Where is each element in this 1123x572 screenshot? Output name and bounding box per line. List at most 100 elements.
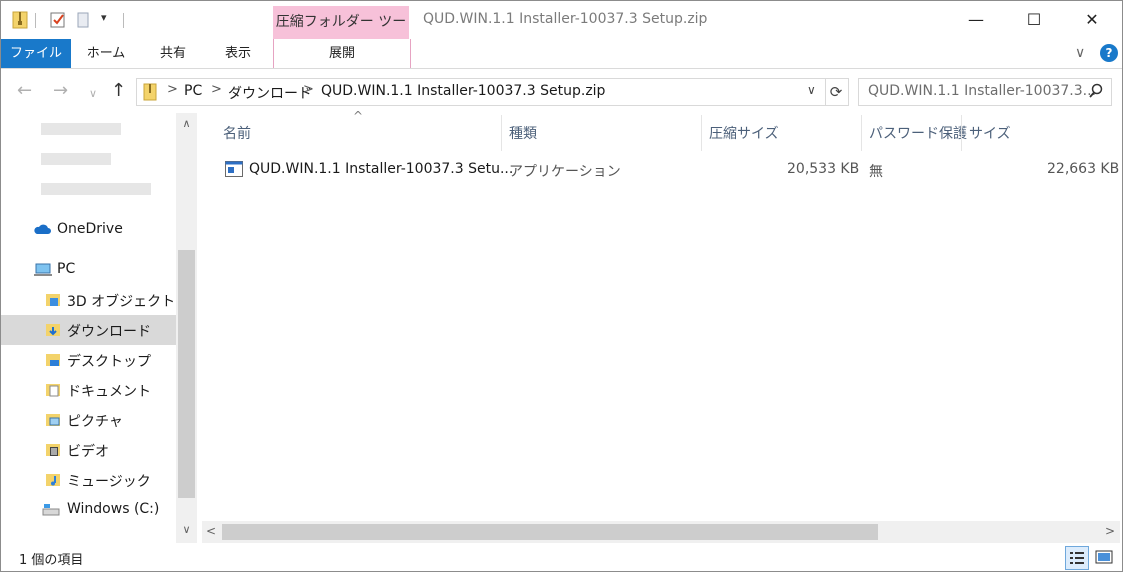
back-button[interactable]: ← (17, 81, 32, 101)
scroll-left-icon[interactable]: < (206, 524, 216, 538)
pc-icon (33, 263, 53, 281)
sidebar-item-3d-objects[interactable]: 3D オブジェクト (1, 285, 176, 315)
maximize-button[interactable]: ☐ (1005, 1, 1063, 39)
onedrive-cloud-icon (33, 223, 51, 239)
large-icons-view-button[interactable] (1093, 546, 1115, 568)
pictures-folder-icon (45, 412, 61, 432)
item-count: 1 個の項目 (19, 553, 84, 568)
column-divider[interactable] (961, 115, 962, 151)
breadcrumb-separator-icon: > (211, 82, 222, 97)
large-icons-view-icon (1095, 550, 1113, 564)
address-dropdown-icon[interactable]: ∨ (807, 83, 816, 97)
3d-objects-folder-icon (45, 292, 61, 312)
window-title: QUD.WIN.1.1 Installer-10037.3 Setup.zip (423, 11, 708, 27)
sidebar-item-pictures[interactable]: ピクチャ (1, 405, 176, 435)
quick-access-item[interactable] (41, 183, 151, 195)
scrollbar-thumb[interactable] (178, 250, 195, 498)
breadcrumb-pc[interactable]: PC (184, 83, 202, 99)
quick-access-item[interactable] (41, 153, 111, 165)
sidebar-item-downloads[interactable]: ダウンロード (1, 315, 176, 345)
scroll-up-icon[interactable]: ∧ (176, 117, 197, 130)
sidebar-item-music[interactable]: ミュージック (1, 465, 176, 495)
sidebar-item-onedrive[interactable]: OneDrive (1, 215, 176, 245)
zip-folder-icon (143, 83, 157, 105)
sidebar-item-label: Windows (C:) (67, 501, 160, 517)
file-type: アプリケーション (509, 164, 621, 180)
list-horizontal-scrollbar[interactable]: < > (202, 521, 1120, 543)
tab-extract[interactable]: 展開 (273, 39, 411, 68)
sidebar-item-videos[interactable]: ビデオ (1, 435, 176, 465)
column-header-name[interactable]: 名前 (223, 123, 251, 143)
breadcrumb-separator-icon: > (167, 82, 178, 97)
search-icon (1089, 83, 1103, 103)
tab-view[interactable]: 表示 (211, 39, 265, 68)
column-divider[interactable] (861, 115, 862, 151)
sidebar-item-label: ドキュメント (67, 384, 151, 400)
column-header-password[interactable]: パスワード保護 (869, 123, 967, 143)
title-bar: ▾ 圧縮フォルダー ツール QUD.WIN.1.1 Installer-1003… (1, 1, 1122, 63)
details-view-button[interactable] (1065, 546, 1089, 570)
file-password: 無 (869, 164, 883, 180)
sidebar-scrollbar[interactable]: ∧ ∨ (176, 113, 197, 543)
quick-access-item[interactable] (41, 123, 121, 135)
new-folder-icon[interactable] (75, 11, 93, 29)
ribbon-collapse-icon[interactable]: ∨ (1075, 45, 1085, 61)
sidebar-item-label: デスクトップ (67, 354, 151, 370)
sidebar-item-label: ビデオ (67, 444, 109, 460)
music-folder-icon (45, 472, 61, 492)
breadcrumb-zip[interactable]: QUD.WIN.1.1 Installer-10037.3 Setup.zip (321, 83, 605, 99)
sidebar-item-windows-c[interactable]: Windows (C:) (1, 495, 176, 525)
column-divider[interactable] (701, 115, 702, 151)
zip-folder-icon (11, 11, 29, 29)
navigation-bar: ← → ∨ ↑ > PC > ダウンロード > QUD.WIN.1.1 Inst… (1, 69, 1122, 113)
videos-folder-icon (45, 442, 61, 462)
column-header-type[interactable]: 種類 (509, 123, 537, 143)
search-input[interactable]: QUD.WIN.1.1 Installer-10037.3... (868, 83, 1096, 99)
up-button[interactable]: ↑ (111, 81, 126, 101)
table-row[interactable]: QUD.WIN.1.1 Installer-10037.3 Setu... アプ… (221, 157, 1119, 183)
file-name: QUD.WIN.1.1 Installer-10037.3 Setu... (249, 161, 514, 177)
file-list: ^ 名前 種類 圧縮サイズ パスワード保護 サイズ QUD.WIN.1.1 In… (197, 109, 1122, 543)
desktop-folder-icon (45, 352, 61, 372)
application-file-icon (225, 161, 243, 181)
tab-file[interactable]: ファイル (1, 39, 71, 68)
file-compressed-size: 20,533 KB (787, 161, 860, 177)
documents-folder-icon (45, 382, 61, 402)
close-button[interactable]: ✕ (1063, 1, 1121, 39)
tab-share[interactable]: 共有 (147, 39, 199, 68)
column-header-size[interactable]: サイズ (969, 123, 1011, 143)
breadcrumb-downloads[interactable]: ダウンロード (228, 83, 312, 103)
file-size: 22,663 KB (1047, 161, 1120, 177)
details-view-icon (1070, 552, 1084, 564)
refresh-button[interactable]: ⟳ (824, 78, 849, 106)
breadcrumb-separator-icon: > (303, 82, 314, 97)
forward-button[interactable]: → (53, 81, 68, 101)
scroll-right-icon[interactable]: > (1105, 524, 1115, 538)
sidebar-item-documents[interactable]: ドキュメント (1, 375, 176, 405)
scrollbar-thumb[interactable] (222, 524, 878, 540)
help-icon[interactable]: ? (1100, 44, 1118, 62)
sidebar-item-desktop[interactable]: デスクトップ (1, 345, 176, 375)
qat-divider (123, 13, 124, 28)
sidebar-item-label: 3D オブジェクト (67, 294, 176, 310)
sidebar-item-label: ミュージック (67, 474, 151, 490)
qat-divider (35, 13, 36, 28)
qat-customize-icon[interactable]: ▾ (101, 11, 107, 24)
column-header-compressed-size[interactable]: 圧縮サイズ (709, 123, 779, 143)
address-bar[interactable]: > PC > ダウンロード > QUD.WIN.1.1 Installer-10… (136, 78, 826, 106)
ribbon-tabs: ファイル ホーム 共有 表示 展開 ∨ ? (1, 39, 1122, 69)
recent-locations-button[interactable]: ∨ (89, 84, 97, 104)
search-box[interactable]: QUD.WIN.1.1 Installer-10037.3... (858, 78, 1112, 106)
properties-icon[interactable] (49, 11, 67, 29)
sidebar-item-label: ピクチャ (67, 414, 123, 430)
status-bar: 1 個の項目 (1, 543, 1122, 571)
sidebar-item-label: OneDrive (57, 221, 123, 237)
scroll-down-icon[interactable]: ∨ (176, 523, 197, 536)
sidebar-item-label: PC (57, 261, 76, 277)
tab-home[interactable]: ホーム (79, 39, 133, 68)
navigation-pane: OneDrive PC 3D オブジェクト ダウンロード デスクトップ ドキュメ… (1, 113, 197, 543)
column-divider[interactable] (501, 115, 502, 151)
sort-ascending-icon: ^ (353, 109, 364, 123)
sidebar-item-pc[interactable]: PC (1, 255, 176, 285)
minimize-button[interactable]: — (947, 1, 1005, 39)
